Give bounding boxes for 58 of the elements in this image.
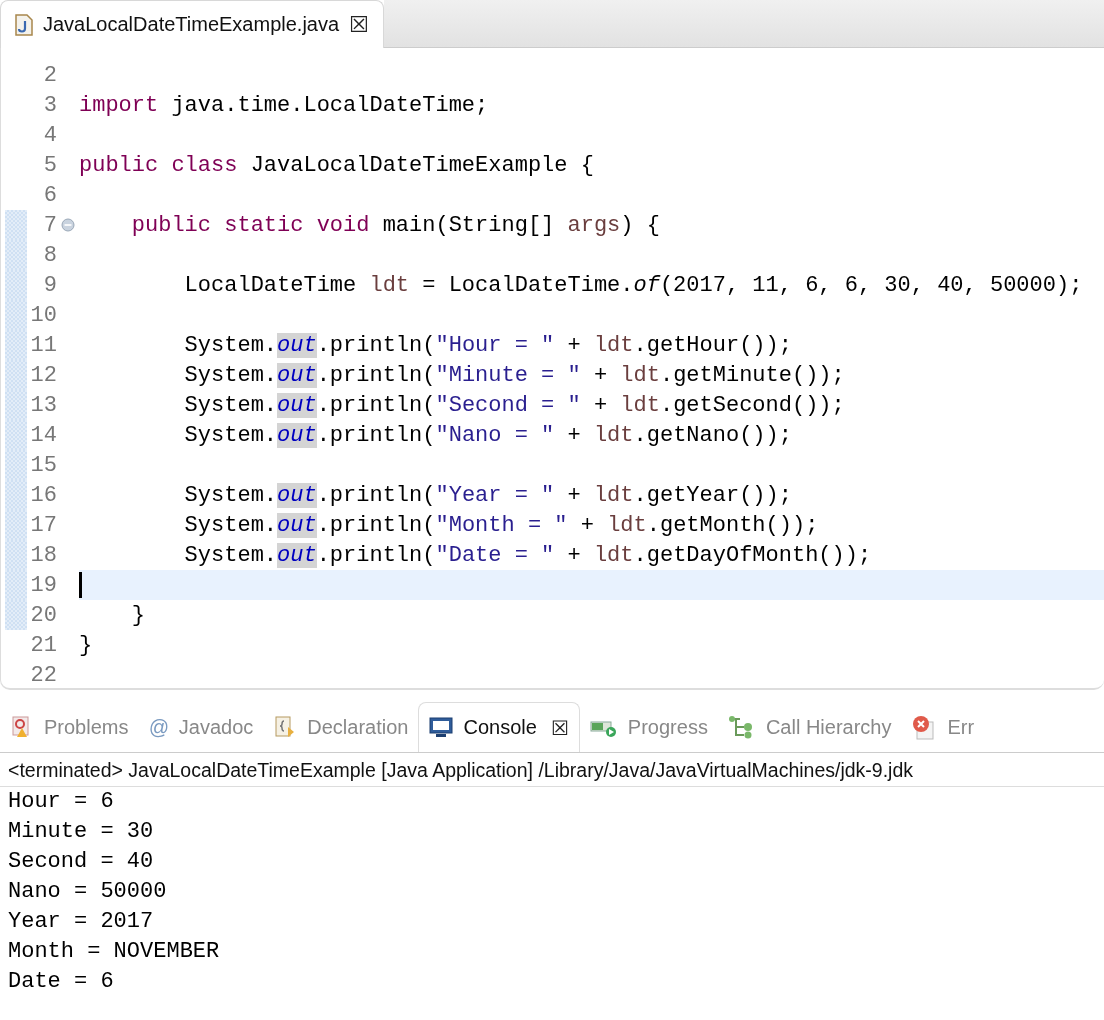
code-line: System.out.println("Year = " + ldt.getYear()); (183, 482, 792, 508)
console-output-line: Second = 40 (8, 848, 155, 876)
collapse-icon[interactable] (61, 218, 75, 232)
view-tab[interactable]: Declaration (263, 702, 419, 752)
editor-tab[interactable]: JavaLocalDateTimeExample.java ☒ (0, 0, 384, 48)
console-output-line: Minute = 30 (8, 818, 155, 846)
line-number: 4 (42, 122, 57, 148)
code-line: System.out.println("Date = " + ldt.getDayOfMonth()); (183, 542, 872, 568)
code-line: System.out.println("Nano = " + ldt.getNano()); (183, 422, 792, 448)
view-tab[interactable]: Call Hierarchy (717, 702, 902, 752)
view-tab[interactable]: Console ☒ (418, 702, 580, 752)
line-number: 19 (29, 572, 57, 598)
close-button[interactable]: ☒ (349, 13, 369, 36)
line-number: 3 (42, 92, 57, 118)
editor-tab-title: JavaLocalDateTimeExample.java (43, 13, 340, 36)
code-line: LocalDateTime ldt = LocalDateTime.of(2017, 11, 6, 6, 30, 40, 50000); (183, 272, 1083, 298)
code-line: System.out.println("Minute = " + ldt.getMinute()); (183, 362, 845, 388)
view-tab[interactable]: Progress (579, 702, 718, 752)
console-output-line: Nano = 50000 (8, 878, 168, 906)
line-number: 12 (29, 362, 57, 388)
console-header: <terminated> JavaLocalDateTimeExample [Java Application] /Library/Java/JavaVirtualMachines/jdk-9.jdk (0, 753, 1104, 787)
java-file-icon (15, 13, 33, 36)
line-number: 14 (29, 422, 57, 448)
view-tab[interactable]: Problems (0, 702, 139, 752)
line-number: 11 (29, 332, 57, 358)
line-number: 20 (29, 602, 57, 628)
line-number: 6 (42, 182, 57, 208)
text-cursor (79, 572, 82, 598)
at-sign-icon: @ (148, 715, 169, 739)
line-number: 10 (29, 302, 57, 328)
view-tab[interactable]: @ Javadoc (138, 702, 264, 752)
code-line: System.out.println("Second = " + ldt.getSecond()); (183, 392, 845, 418)
line-number: 21 (29, 632, 57, 658)
line-number: 7 (42, 212, 57, 238)
code-line: System.out.println("Month = " + ldt.getMonth()); (183, 512, 819, 538)
code-line: public static void main(String[] args) { (130, 212, 660, 238)
line-number: 5 (42, 152, 57, 178)
line-number: 16 (29, 482, 57, 508)
line-number: 18 (29, 542, 57, 568)
console-output-line: Hour = 6 (8, 788, 115, 816)
code-line: public class JavaLocalDateTimeExample { (79, 152, 594, 178)
console-output-line: Date = 6 (8, 968, 115, 996)
line-number: 22 (29, 662, 57, 688)
line-number: 9 (42, 272, 57, 298)
line-number: 17 (29, 512, 57, 538)
view-tab[interactable]: Err (901, 702, 985, 752)
line-number: 8 (42, 242, 57, 268)
line-number: 15 (29, 452, 57, 478)
close-button[interactable]: ☒ (550, 717, 569, 738)
console-output-line: Month = NOVEMBER (8, 938, 221, 966)
console-output-line: Year = 2017 (8, 908, 155, 936)
code-line: } (79, 632, 93, 658)
line-number: 13 (29, 392, 57, 418)
code-line: import java.time.LocalDateTime; (79, 92, 489, 118)
line-number: 2 (42, 62, 57, 88)
code-line: } (130, 602, 145, 628)
code-line: System.out.println("Hour = " + ldt.getHour()); (183, 332, 792, 358)
console-icon (429, 716, 454, 739)
